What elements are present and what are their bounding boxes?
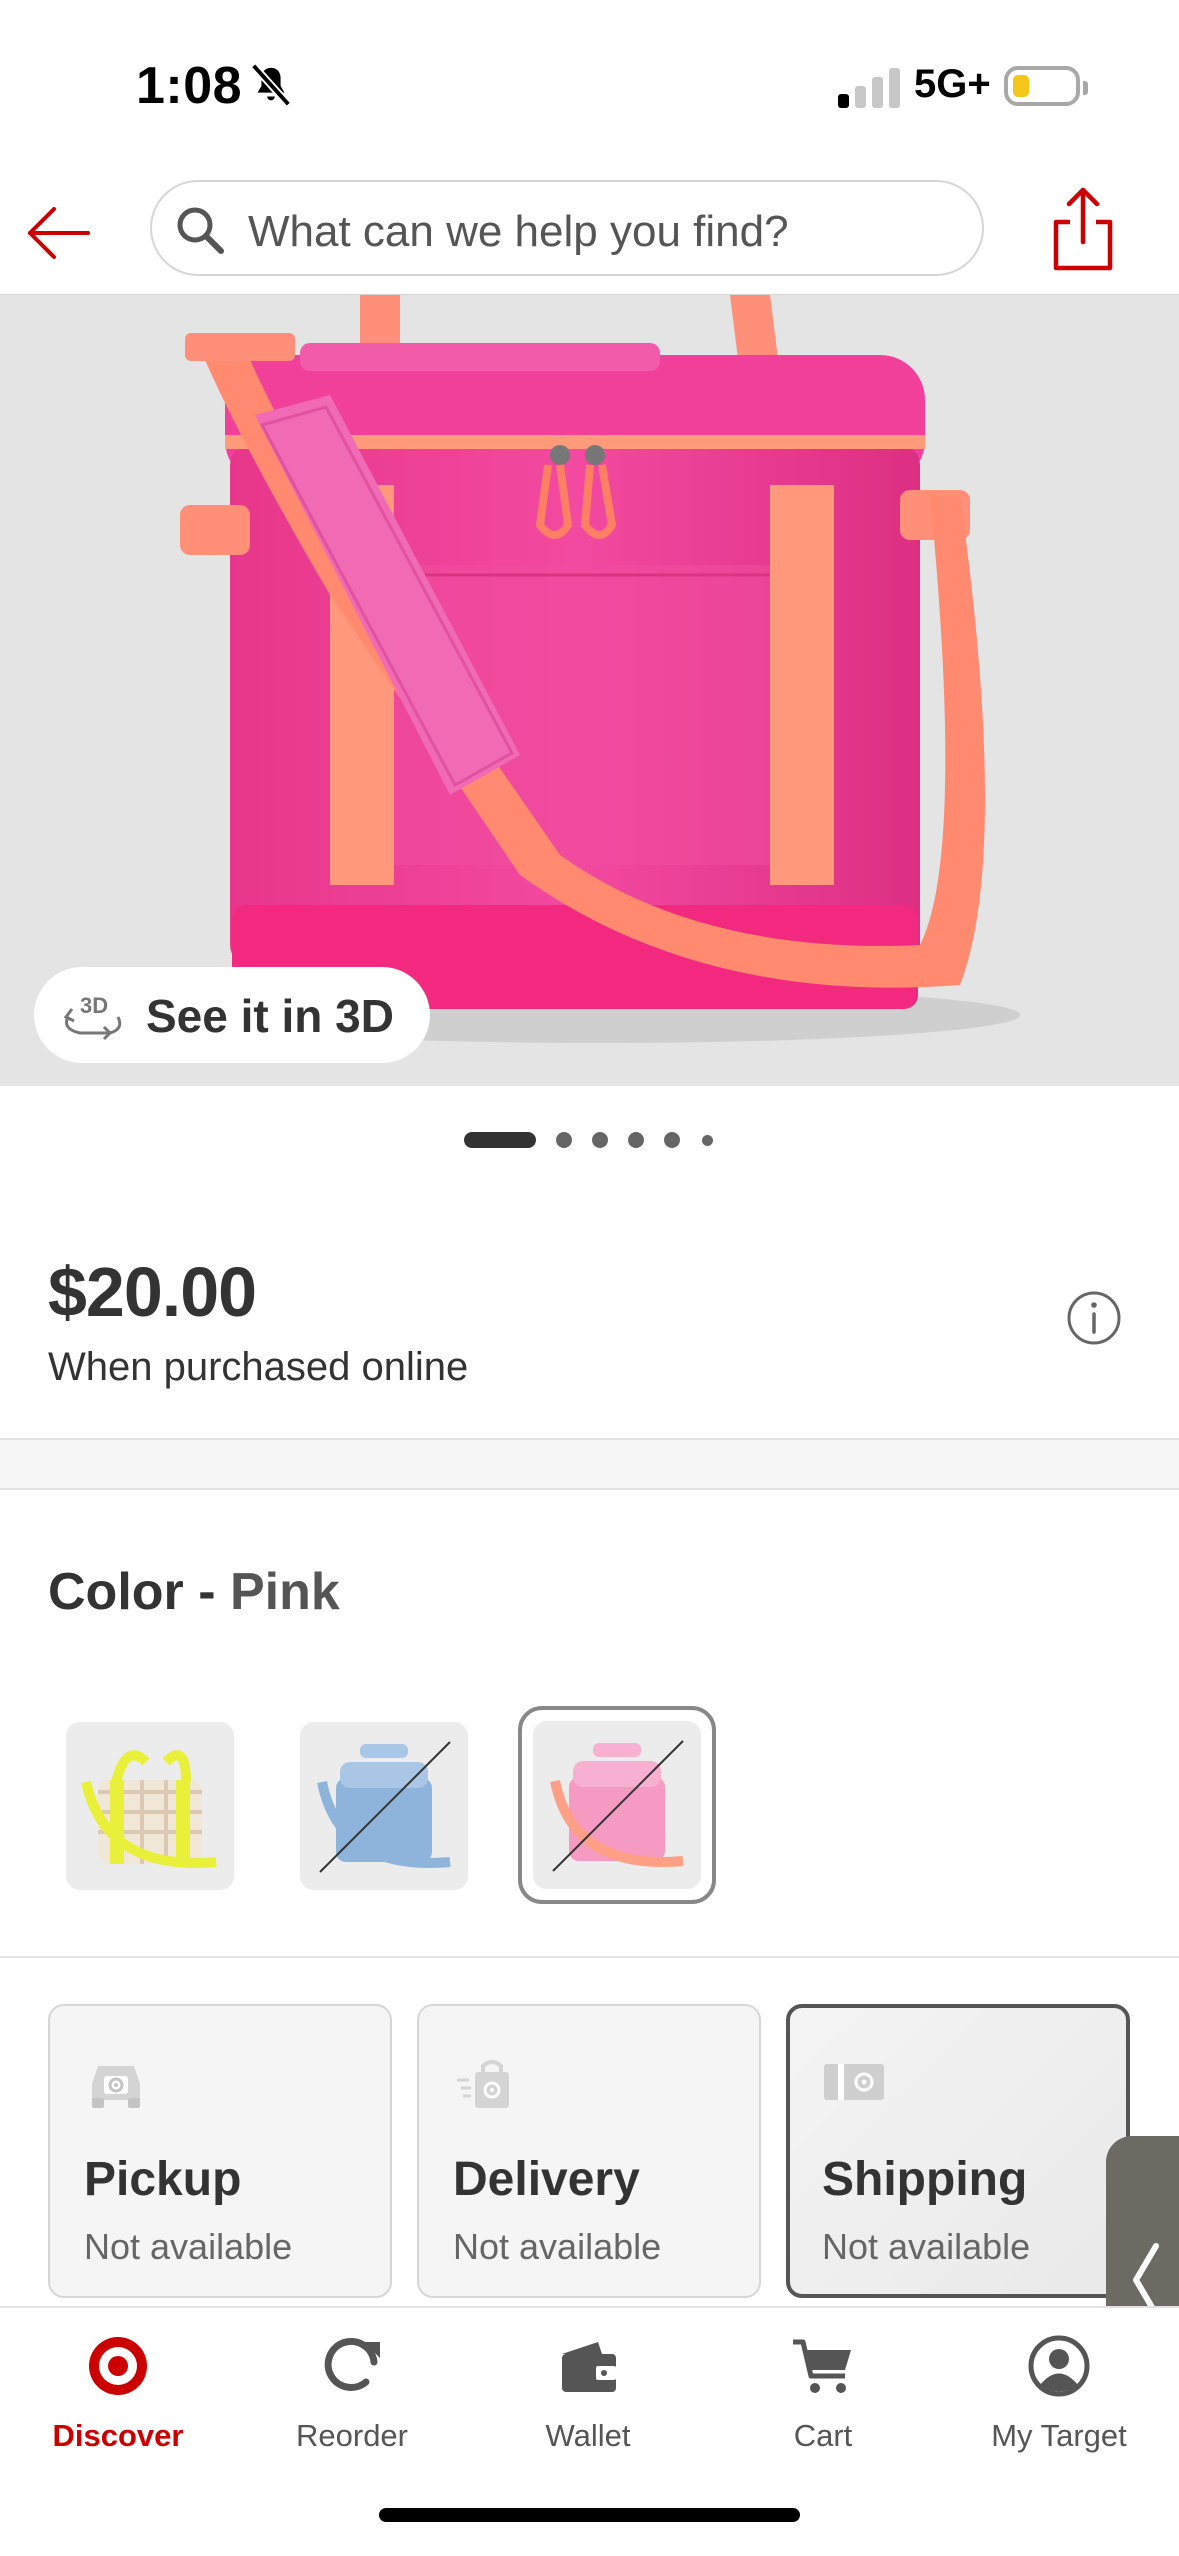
info-icon[interactable] xyxy=(1066,1290,1122,1346)
nav-label: Wallet xyxy=(545,2418,631,2453)
home-indicator[interactable] xyxy=(379,2508,800,2522)
fulfillment-card-shipping[interactable]: Shipping Not available xyxy=(786,2004,1130,2298)
account-icon xyxy=(1028,2335,1090,2397)
card-title: Delivery xyxy=(453,2153,640,2206)
section-divider xyxy=(0,1438,1179,1490)
nav-discover[interactable]: Discover xyxy=(0,2332,236,2482)
card-status: Not available xyxy=(453,2226,662,2267)
nav-cart[interactable]: Cart xyxy=(705,2332,941,2482)
status-time: 1:08 xyxy=(136,57,243,115)
network-label: 5G+ xyxy=(914,62,991,106)
nav-label: Discover xyxy=(52,2418,184,2453)
color-label: Color xyxy=(48,1563,184,1621)
back-arrow-icon[interactable] xyxy=(26,200,92,266)
search-icon xyxy=(177,207,224,254)
nav-label: Reorder xyxy=(296,2418,408,2453)
carousel-dot[interactable] xyxy=(664,1132,680,1148)
pickup-car-icon xyxy=(92,2066,140,2108)
carousel-dot[interactable] xyxy=(628,1132,644,1148)
card-status: Not available xyxy=(822,2226,1031,2267)
price: $20.00 xyxy=(48,1253,257,1331)
carousel-dot-active[interactable] xyxy=(464,1132,536,1148)
status-bar: 1:08 5G+ xyxy=(0,0,1179,170)
swatch-blue[interactable] xyxy=(300,1722,468,1890)
swatch-pink-selected[interactable] xyxy=(518,1706,716,1904)
search-input[interactable]: What can we help you find? xyxy=(150,180,984,276)
color-selected-value: Pink xyxy=(230,1563,340,1621)
share-icon[interactable] xyxy=(1050,184,1116,274)
battery-icon xyxy=(1004,66,1088,106)
swatch-yellow-check[interactable] xyxy=(66,1722,234,1890)
card-status: Not available xyxy=(84,2226,293,2267)
header: What can we help you find? xyxy=(0,170,1179,294)
card-title: Pickup xyxy=(84,2153,242,2206)
delivery-bag-icon xyxy=(457,2060,509,2108)
carousel-dots[interactable] xyxy=(0,1128,1179,1152)
3d-rotate-icon: 3D xyxy=(63,993,122,1041)
bell-slash-icon xyxy=(250,63,292,107)
carousel-dot[interactable] xyxy=(556,1132,572,1148)
carousel-dot[interactable] xyxy=(702,1135,713,1146)
nav-reorder[interactable]: Reorder xyxy=(234,2332,470,2482)
swatch-pink[interactable] xyxy=(533,1721,701,1889)
target-logo-icon xyxy=(89,2337,147,2395)
nav-wallet[interactable]: Wallet xyxy=(470,2332,706,2482)
signal-icon xyxy=(838,66,900,108)
nav-my-target[interactable]: My Target xyxy=(941,2332,1177,2482)
cart-icon xyxy=(793,2339,851,2393)
see-in-3d-label: See it in 3D xyxy=(146,990,394,1042)
wallet-icon xyxy=(562,2342,616,2392)
shipping-box-icon xyxy=(824,2064,884,2100)
nav-label: My Target xyxy=(991,2418,1127,2453)
carousel-dot[interactable] xyxy=(592,1132,608,1148)
fulfillment-card-pickup[interactable]: Pickup Not available xyxy=(48,2004,392,2298)
nav-label: Cart xyxy=(793,2418,853,2453)
card-title: Shipping xyxy=(822,2153,1028,2206)
product-image[interactable]: 3D See it in 3D xyxy=(0,294,1179,1086)
price-note: When purchased online xyxy=(48,1345,469,1389)
search-placeholder: What can we help you find? xyxy=(248,207,789,256)
color-separator: - xyxy=(198,1563,216,1621)
color-heading: Color - Pink xyxy=(48,1562,340,1622)
see-in-3d-button[interactable]: 3D See it in 3D xyxy=(34,967,430,1063)
reorder-icon xyxy=(324,2338,380,2391)
divider xyxy=(0,1956,1179,1958)
svg-text:3D: 3D xyxy=(80,993,108,1018)
fulfillment-card-delivery[interactable]: Delivery Not available xyxy=(417,2004,761,2298)
